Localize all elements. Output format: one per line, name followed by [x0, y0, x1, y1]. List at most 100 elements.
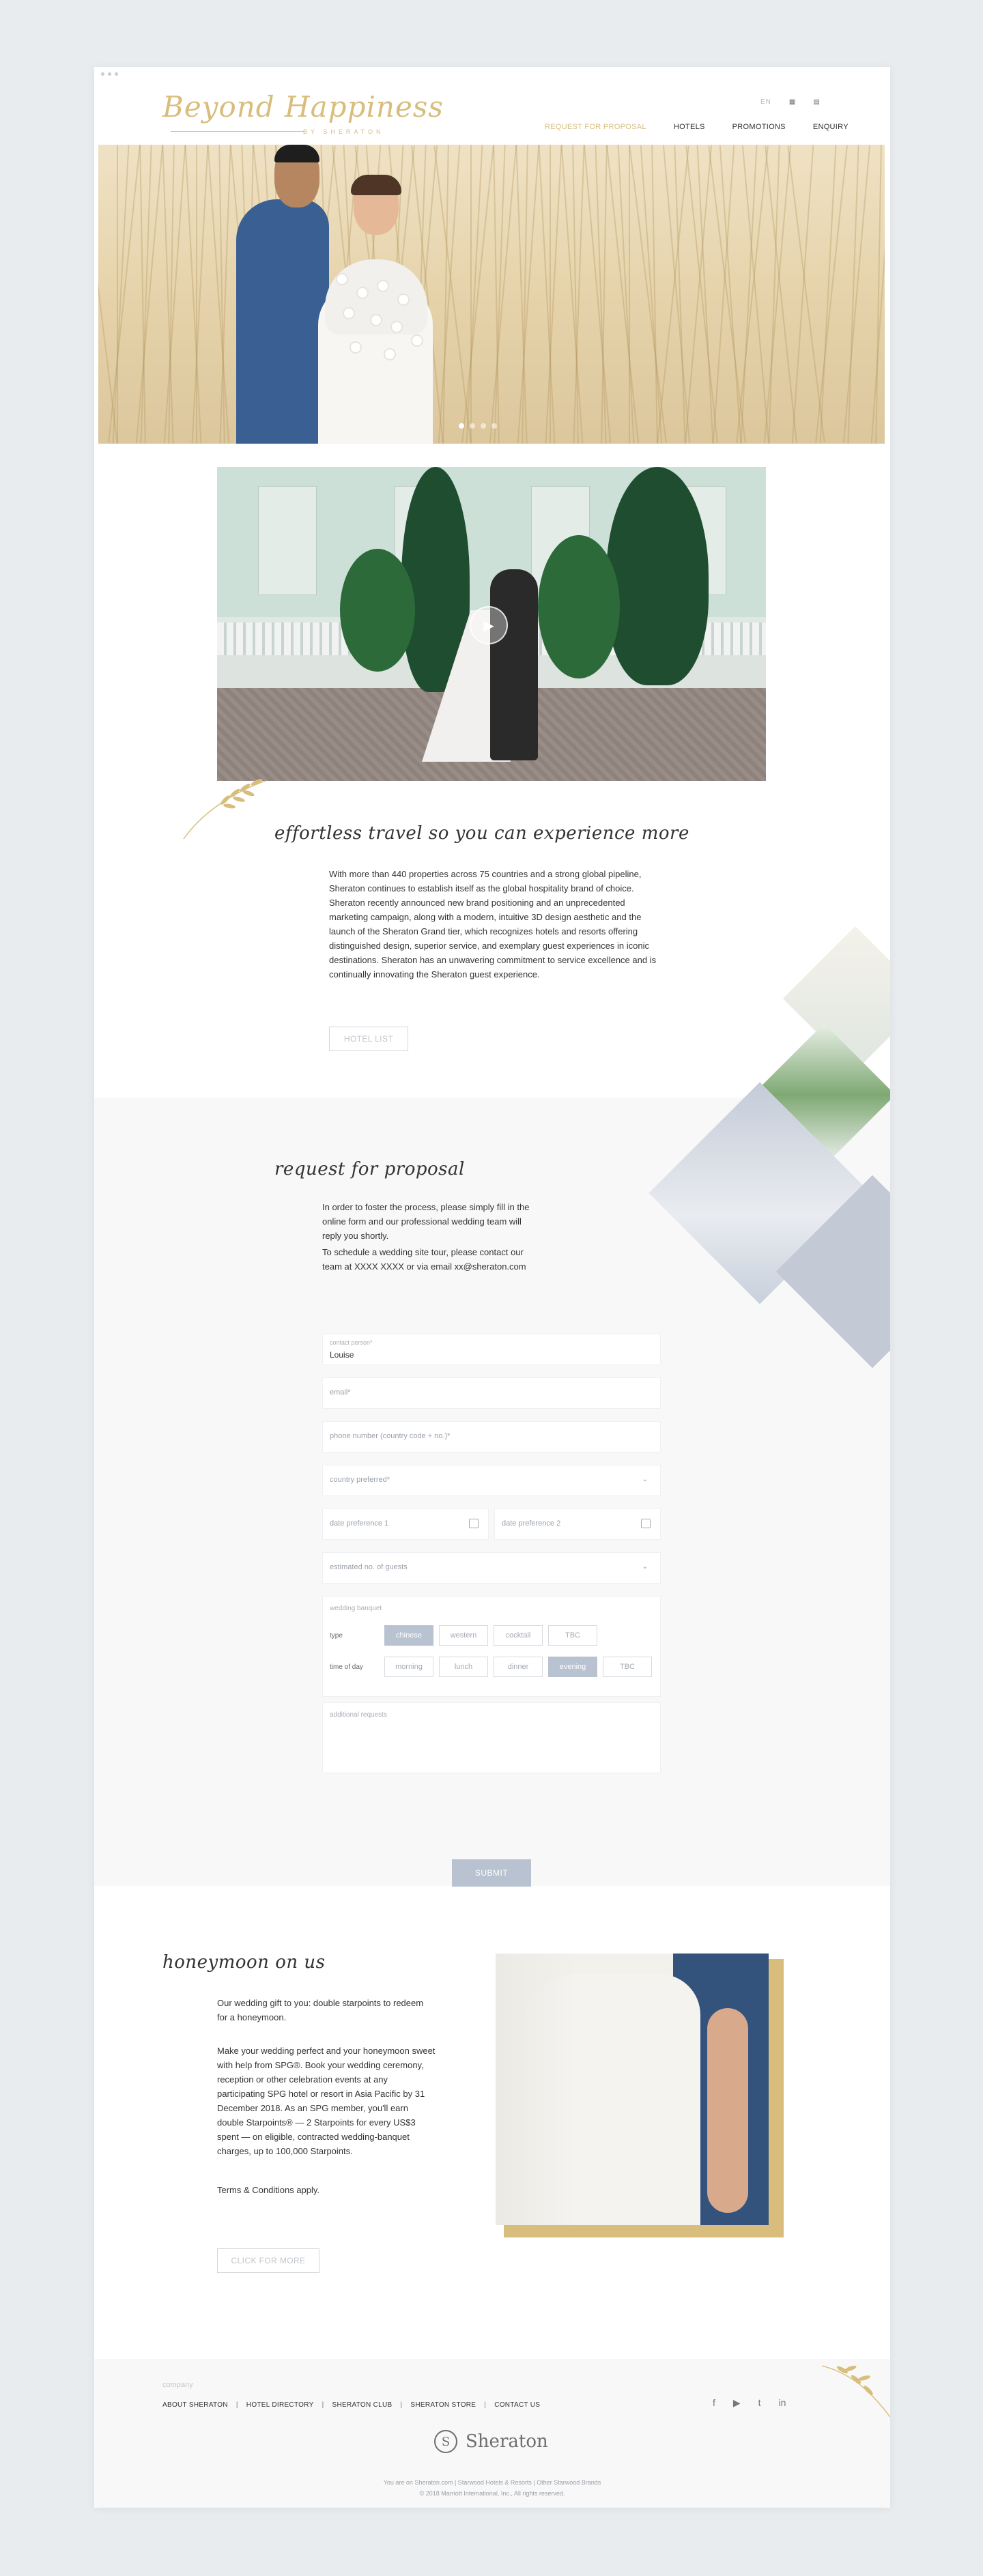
type-label: type — [330, 1632, 343, 1640]
hero-groom-hair — [274, 145, 319, 162]
play-icon[interactable]: ▶ — [470, 606, 508, 644]
honeymoon-photo — [496, 1954, 769, 2225]
nav-promotions[interactable]: PROMOTIONS — [732, 123, 786, 131]
proposal-intro: In order to foster the process, please s… — [322, 1202, 530, 1241]
reed-stalk — [629, 145, 667, 443]
logo-underline — [171, 131, 304, 132]
footer-legal-links[interactable]: You are on Sheraton.com | Starwood Hotel… — [94, 2479, 890, 2486]
copyright: © 2018 Marriott International, Inc., All… — [419, 2490, 565, 2497]
calendar-icon[interactable] — [641, 1519, 651, 1528]
site-footer: company ABOUT SHERATON | HOTEL DIRECTORY |… — [94, 2359, 890, 2508]
social-links: f ▶ t in — [713, 2397, 786, 2409]
sheraton-seal-icon: S — [434, 2430, 457, 2453]
time-option-evening[interactable]: evening — [548, 1657, 597, 1677]
reed-stalk — [438, 145, 461, 444]
footer-separator: | — [400, 2401, 403, 2409]
reed-stalk — [433, 145, 472, 443]
time-option-tbc[interactable]: TBC — [603, 1657, 652, 1677]
reed-stalk — [847, 145, 859, 444]
hero-banner — [98, 145, 885, 444]
date-preference-1-field[interactable]: date preference 1 — [322, 1508, 489, 1540]
video-player[interactable]: ▶ — [217, 467, 766, 781]
lace-flower — [412, 336, 422, 345]
click-for-more-button[interactable]: CLICK FOR MORE — [217, 2248, 319, 2273]
sheraton-wordmark: Sheraton — [466, 2431, 548, 2452]
requests-placeholder: additional requests — [330, 1711, 387, 1719]
reed-stalk — [191, 145, 209, 444]
contact-person-label: contact person* — [330, 1339, 373, 1346]
banquet-label: wedding banquet — [330, 1605, 382, 1612]
wheat-decoration-icon — [822, 2365, 890, 2418]
reed-stalk — [196, 145, 197, 444]
reed-stalk — [108, 145, 141, 443]
country-select[interactable]: country preferred* ⌄ — [322, 1465, 661, 1496]
type-option-cocktail[interactable]: cocktail — [494, 1625, 543, 1646]
contact-person-value: Louise — [330, 1350, 354, 1360]
menu-icon[interactable]: ▤ — [813, 98, 819, 106]
honeymoon-gift-text: Our wedding gift to you: double starpoin… — [217, 1998, 424, 2022]
footer-link-about[interactable]: ABOUT SHERATON — [162, 2401, 228, 2409]
footer-separator: | — [484, 2401, 487, 2409]
footer-separator: | — [322, 2401, 324, 2409]
time-option-dinner[interactable]: dinner — [494, 1657, 543, 1677]
nav-enquiry[interactable]: ENQUIRY — [813, 123, 849, 131]
nav-request-for-proposal[interactable]: REQUEST FOR PROPOSAL — [545, 123, 646, 131]
lace-flower — [344, 309, 354, 318]
main-nav: REQUEST FOR PROPOSAL HOTELS PROMOTIONS E… — [545, 123, 849, 131]
date2-placeholder: date preference 2 — [502, 1519, 561, 1528]
guests-select[interactable]: estimated no. of guests ⌄ — [322, 1552, 661, 1584]
reed-stalk — [466, 145, 483, 444]
sheraton-logo[interactable]: S Sheraton — [434, 2430, 548, 2453]
type-option-chinese[interactable]: chinese — [384, 1625, 433, 1646]
utility-bar: EN ▦ ▤ — [760, 98, 820, 106]
honeymoon-details: Make your wedding perfect and your honey… — [217, 2046, 436, 2156]
email-field[interactable]: email* — [322, 1377, 661, 1409]
photo-arm — [707, 2008, 748, 2213]
type-option-tbc[interactable]: TBC — [548, 1625, 597, 1646]
slider-dot[interactable] — [470, 423, 475, 429]
slider-dot[interactable] — [459, 423, 464, 429]
slider-dot[interactable] — [481, 423, 486, 429]
language-switch[interactable]: EN — [760, 98, 771, 106]
facebook-icon[interactable]: f — [713, 2397, 715, 2409]
reed-stalk — [819, 145, 837, 444]
linkedin-icon[interactable]: in — [779, 2397, 786, 2409]
phone-field[interactable]: phone number (country code + no.)* — [322, 1421, 661, 1452]
footer-link-contact[interactable]: CONTACT US — [494, 2401, 540, 2409]
slider-dot[interactable] — [492, 423, 497, 429]
brand-logo[interactable]: Beyond Happiness BY SHERATON — [162, 90, 443, 139]
footer-link-club[interactable]: SHERATON CLUB — [332, 2401, 392, 2409]
contact-person-field[interactable]: contact person* Louise — [322, 1334, 661, 1365]
intro-body: With more than 440 properties across 75 … — [329, 869, 657, 979]
grid-icon[interactable]: ▦ — [789, 98, 795, 106]
type-option-western[interactable]: western — [439, 1625, 488, 1646]
lace-flower — [371, 315, 381, 325]
hotel-list-button[interactable]: HOTEL LIST — [329, 1027, 408, 1051]
footer-link-store[interactable]: SHERATON STORE — [410, 2401, 476, 2409]
lace-flower — [337, 274, 347, 284]
guests-placeholder: estimated no. of guests — [330, 1563, 408, 1571]
video-groom — [490, 569, 538, 760]
lace-flower — [378, 281, 388, 291]
submit-button[interactable]: SUBMIT — [452, 1859, 531, 1887]
video-tree — [606, 467, 709, 685]
slider-dots — [459, 423, 497, 429]
nav-hotels[interactable]: HOTELS — [674, 123, 705, 131]
honeymoon-heading: honeymoon on us — [162, 1952, 326, 1973]
logo-script: Beyond Happiness — [162, 90, 444, 124]
time-option-morning[interactable]: morning — [384, 1657, 433, 1677]
additional-requests-textarea[interactable]: additional requests — [322, 1702, 661, 1773]
footer-company-label: company — [162, 2381, 193, 2389]
time-option-lunch[interactable]: lunch — [439, 1657, 488, 1677]
twitter-icon[interactable]: t — [758, 2397, 761, 2409]
reed-stalk — [629, 145, 630, 444]
reed-stalk — [791, 145, 814, 444]
chevron-down-icon: ⌄ — [642, 1563, 648, 1571]
date-preference-2-field[interactable]: date preference 2 — [494, 1508, 661, 1540]
youtube-icon[interactable]: ▶ — [733, 2397, 741, 2409]
hero-groom — [236, 199, 329, 444]
terms-text[interactable]: Terms & Conditions apply. — [217, 2183, 436, 2197]
footer-link-directory[interactable]: HOTEL DIRECTORY — [246, 2401, 314, 2409]
lace-flower — [385, 349, 395, 359]
calendar-icon[interactable] — [469, 1519, 479, 1528]
